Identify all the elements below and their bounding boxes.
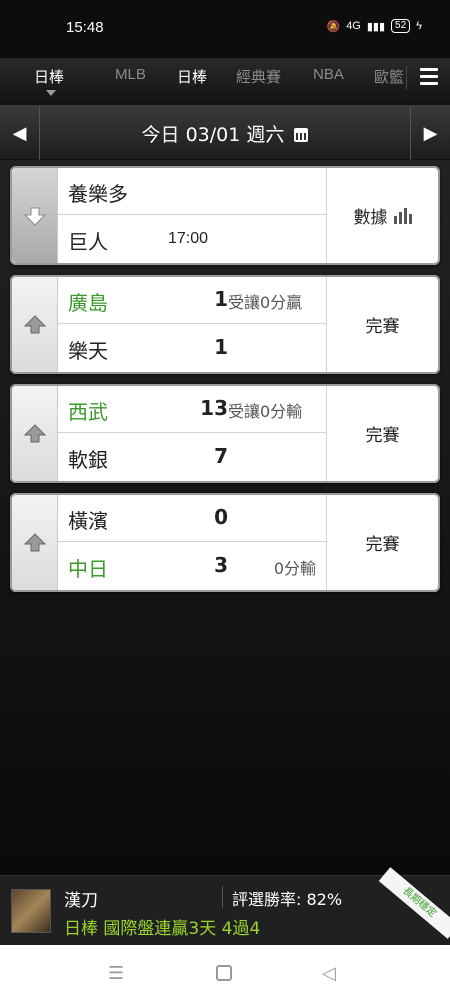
next-day-button[interactable]: ▶	[410, 106, 450, 160]
team-row: 廣島 1 受讓0分贏	[58, 277, 326, 324]
status-icons: 🔕 4G ▮▮▮ 52 ϟ	[326, 19, 422, 33]
team-row: 樂天 1	[58, 325, 326, 372]
calendar-icon	[294, 128, 309, 142]
tab-npb[interactable]: 日棒	[177, 66, 207, 87]
team-name: 橫濱	[68, 509, 108, 533]
game-teams: 橫濱 0 中日 3 0分輸	[58, 495, 326, 590]
stats-label: 數據	[353, 208, 388, 228]
collapse-toggle[interactable]	[12, 168, 58, 263]
team-name: 中日	[68, 557, 108, 581]
handicap-result: 受讓0分贏	[228, 293, 303, 312]
game-teams: 廣島 1 受讓0分贏 樂天 1	[58, 277, 326, 372]
expand-toggle[interactable]	[12, 277, 58, 372]
team-name: 軟銀	[68, 448, 108, 472]
author-avatar	[11, 889, 51, 933]
tab-euro-basketball[interactable]: 歐籃	[374, 66, 406, 87]
win-rate: 評選勝率: 82%	[232, 890, 343, 909]
team-name: 廣島	[68, 291, 108, 315]
game-teams: 西武 13 受讓0分輸 軟銀 7	[58, 386, 326, 481]
game-card[interactable]: 廣島 1 受讓0分贏 樂天 1 完賽	[10, 275, 440, 374]
game-card[interactable]: 橫濱 0 中日 3 0分輸 完賽	[10, 493, 440, 592]
team-score: 1	[214, 287, 228, 311]
game-status: 完賽	[326, 277, 438, 372]
date-selector[interactable]: 今日 03/01 週六	[0, 120, 450, 147]
battery-icon: 52	[391, 19, 411, 33]
date-label: 今日 03/01 週六	[141, 124, 285, 146]
team-score: 1	[214, 335, 228, 359]
badge-ribbon: 長期穩定	[378, 867, 450, 939]
game-card[interactable]: 養樂多 巨人 17:00 數據	[10, 166, 440, 265]
handicap-result: 0分輸	[273, 559, 316, 578]
tab-nba[interactable]: NBA	[313, 66, 344, 83]
start-time: 17:00	[168, 230, 209, 247]
system-nav-bar: ☰ ◁	[0, 945, 450, 1000]
team-score: 0	[214, 505, 228, 529]
home-icon[interactable]	[216, 965, 232, 981]
signal-icon: ▮▮▮	[366, 20, 386, 33]
tab-mlb[interactable]: MLB	[115, 66, 146, 83]
menu-icon[interactable]	[420, 68, 438, 86]
expand-toggle[interactable]	[12, 386, 58, 481]
stats-button[interactable]: 數據	[326, 168, 438, 263]
arrow-up-icon	[23, 314, 46, 333]
mute-icon: 🔕	[326, 20, 341, 33]
expand-toggle[interactable]	[12, 495, 58, 590]
tab-current-selector[interactable]: 日棒	[34, 66, 64, 87]
promo-banner[interactable]: 漢刀 評選勝率: 82% 日棒 國際盤連贏3天 4過4 長期穩定	[0, 867, 450, 945]
team-name: 巨人	[68, 230, 108, 254]
tab-divider	[406, 66, 407, 90]
arrow-up-icon	[23, 532, 46, 551]
team-row: 巨人 17:00	[58, 216, 326, 263]
promo-headline: 日棒 國際盤連贏3天 4過4	[64, 919, 261, 939]
status-bar: 15:48 🔕 4G ▮▮▮ 52 ϟ	[0, 0, 450, 58]
arrow-down-icon	[23, 207, 46, 226]
team-score: 3	[214, 553, 228, 577]
team-row: 軟銀 7	[58, 434, 326, 481]
team-score: 7	[214, 444, 228, 468]
team-name: 樂天	[68, 339, 108, 363]
author-name: 漢刀	[64, 891, 98, 911]
status-time: 15:48	[66, 19, 104, 36]
game-status: 完賽	[326, 386, 438, 481]
chevron-down-icon[interactable]	[46, 90, 56, 96]
bar-chart-icon	[393, 207, 412, 224]
charging-icon: ϟ	[416, 20, 422, 32]
game-card[interactable]: 西武 13 受讓0分輸 軟銀 7 完賽	[10, 384, 440, 483]
team-row: 橫濱 0	[58, 495, 326, 542]
date-bar: ◀ 今日 03/01 週六 ▶	[0, 106, 450, 160]
network-label: 4G	[346, 20, 361, 32]
back-icon[interactable]: ◁	[322, 963, 336, 984]
team-row: 西武 13 受讓0分輸	[58, 386, 326, 433]
game-status: 完賽	[326, 495, 438, 590]
tab-classic[interactable]: 經典賽	[236, 66, 281, 87]
team-row: 中日 3 0分輸	[58, 543, 326, 590]
team-row: 養樂多	[58, 168, 326, 215]
team-name: 養樂多	[68, 182, 128, 206]
handicap-result: 受讓0分輸	[228, 402, 303, 421]
arrow-up-icon	[23, 423, 46, 442]
team-score: 13	[200, 396, 228, 420]
game-teams: 養樂多 巨人 17:00	[58, 168, 326, 263]
team-name: 西武	[68, 400, 108, 424]
sport-tabs: 日棒 MLB 日棒 經典賽 NBA 歐籃	[0, 58, 450, 106]
divider	[222, 886, 223, 908]
recent-apps-icon[interactable]: ☰	[108, 963, 124, 984]
